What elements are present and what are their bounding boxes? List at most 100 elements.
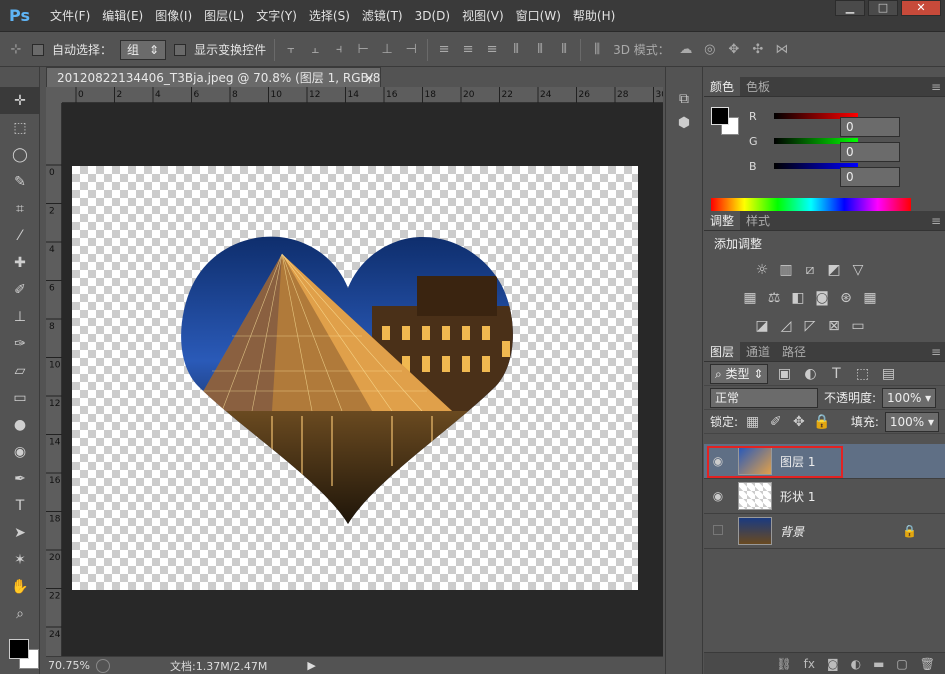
align-left-icon[interactable]: ⊢ xyxy=(355,42,371,58)
tab-channels[interactable]: 通道 xyxy=(740,342,776,361)
maximize-button[interactable]: □ xyxy=(868,0,898,16)
zoom-tool-icon[interactable]: ⌕ xyxy=(0,600,40,627)
auto-align-icon[interactable]: ⫼ xyxy=(589,42,605,58)
visibility-toggle-empty[interactable] xyxy=(704,524,732,538)
gradient-map-icon[interactable]: ▭ xyxy=(848,316,868,336)
photo-filter-icon[interactable]: ◙ xyxy=(812,288,832,308)
zoom-level[interactable]: 70.75% xyxy=(46,659,96,672)
clone-stamp-tool-icon[interactable]: ⊥ xyxy=(0,303,40,330)
red-slider[interactable]: R xyxy=(712,106,858,126)
history-brush-tool-icon[interactable]: ✑ xyxy=(0,330,40,357)
black-white-icon[interactable]: ◧ xyxy=(788,288,808,308)
properties-panel-icon[interactable]: ⬢ xyxy=(666,111,702,135)
visibility-eye-icon[interactable]: ◉ xyxy=(704,489,732,503)
blend-mode-dropdown[interactable]: 正常 xyxy=(710,387,818,408)
layer-style-icon[interactable]: fx xyxy=(804,657,815,671)
posterize-icon[interactable]: ◿ xyxy=(776,316,796,336)
tab-paths[interactable]: 路径 xyxy=(776,342,812,361)
new-group-icon[interactable]: ▬ xyxy=(873,657,884,671)
move-tool-preset-icon[interactable]: ⊹ xyxy=(8,42,24,58)
show-transform-checkbox[interactable] xyxy=(174,43,187,56)
new-layer-icon[interactable]: ▢ xyxy=(896,657,907,671)
menu-type[interactable]: 文字(Y) xyxy=(250,0,303,32)
status-menu-icon[interactable] xyxy=(96,658,110,673)
distribute-bottom-icon[interactable]: ≡ xyxy=(484,42,500,58)
layer-row[interactable]: 背景 🔒 xyxy=(704,514,945,549)
layer-row[interactable]: ◉ 图层 1 xyxy=(704,444,945,479)
image-canvas[interactable] xyxy=(72,166,638,590)
filter-pixel-icon[interactable]: ▣ xyxy=(774,364,794,384)
shape-tool-icon[interactable]: ✶ xyxy=(0,546,40,573)
lock-all-icon[interactable]: 🔒 xyxy=(813,412,830,432)
distribute-hcenter-icon[interactable]: ⦀ xyxy=(532,42,548,58)
3d-rotate-icon[interactable]: ☁ xyxy=(678,42,694,58)
channel-mixer-icon[interactable]: ⊛ xyxy=(836,288,856,308)
panel-menu-icon[interactable]: ≡ xyxy=(931,211,945,230)
pen-tool-icon[interactable]: ✒ xyxy=(0,465,40,492)
brightness-icon[interactable]: ☼ xyxy=(752,260,772,280)
menu-image[interactable]: 图像(I) xyxy=(149,0,198,32)
menu-window[interactable]: 窗口(W) xyxy=(510,0,567,32)
type-tool-icon[interactable]: T xyxy=(0,492,40,519)
3d-scale-icon[interactable]: ⋈ xyxy=(774,42,790,58)
3d-slide-icon[interactable]: ✣ xyxy=(750,42,766,58)
tab-color[interactable]: 颜色 xyxy=(704,77,741,96)
distribute-left-icon[interactable]: ⦀ xyxy=(508,42,524,58)
tab-styles[interactable]: 样式 xyxy=(740,211,776,230)
close-tab-icon[interactable]: × xyxy=(364,68,374,87)
hue-saturation-icon[interactable]: ▦ xyxy=(740,288,760,308)
green-slider[interactable]: G xyxy=(712,131,858,151)
lock-image-icon[interactable]: ✐ xyxy=(767,412,784,432)
selective-color-icon[interactable]: ⊠ xyxy=(824,316,844,336)
auto-select-checkbox[interactable] xyxy=(32,43,44,56)
close-button[interactable]: ✕ xyxy=(901,0,941,16)
panel-menu-icon[interactable]: ≡ xyxy=(931,342,945,361)
status-expand-icon[interactable]: ▶ xyxy=(307,659,315,672)
lock-position-icon[interactable]: ✥ xyxy=(790,412,807,432)
3d-roll-icon[interactable]: ◎ xyxy=(702,42,718,58)
tab-adjustments[interactable]: 调整 xyxy=(704,211,741,230)
menu-filter[interactable]: 滤镜(T) xyxy=(356,0,409,32)
blur-tool-icon[interactable]: ● xyxy=(0,411,40,438)
exposure-icon[interactable]: ◩ xyxy=(824,260,844,280)
minimize-button[interactable]: ▁ xyxy=(835,0,865,16)
eyedropper-tool-icon[interactable]: ⁄ xyxy=(0,222,40,249)
new-adjustment-icon[interactable]: ◐ xyxy=(851,657,861,671)
distribute-vcenter-icon[interactable]: ≡ xyxy=(460,42,476,58)
filter-smart-object-icon[interactable]: ▤ xyxy=(878,364,898,384)
panel-menu-icon[interactable]: ≡ xyxy=(931,77,945,96)
vertical-ruler[interactable]: 02468101214161820222426 xyxy=(46,103,62,674)
move-tool-icon[interactable]: ✛ xyxy=(0,87,40,114)
opacity-field[interactable]: 100% ▾ xyxy=(882,387,937,408)
menu-file[interactable]: 文件(F) xyxy=(44,0,96,32)
blue-value[interactable]: 0 xyxy=(840,167,900,187)
levels-icon[interactable]: ▥ xyxy=(776,260,796,280)
document-tab[interactable]: 20120822134406_T3Bja.jpeg @ 70.8% (图层 1,… xyxy=(46,67,381,87)
distribute-right-icon[interactable]: ⦀ xyxy=(556,42,572,58)
crop-tool-icon[interactable]: ⌗ xyxy=(0,195,40,222)
delete-layer-icon[interactable]: 🗑 xyxy=(920,657,935,671)
align-vcenter-icon[interactable]: ⫠ xyxy=(307,42,323,58)
menu-layer[interactable]: 图层(L) xyxy=(198,0,250,32)
layer-filter-dropdown[interactable]: ⌕ 类型 ⇕ xyxy=(710,363,769,384)
blue-slider[interactable]: B xyxy=(712,156,858,176)
filter-type-icon[interactable]: T xyxy=(826,364,846,384)
eraser-tool-icon[interactable]: ▱ xyxy=(0,357,40,384)
auto-select-dropdown[interactable]: 组 ⇕ xyxy=(120,39,167,60)
tab-swatches[interactable]: 色板 xyxy=(740,77,776,96)
lasso-tool-icon[interactable]: ◯ xyxy=(0,141,40,168)
distribute-top-icon[interactable]: ≡ xyxy=(436,42,452,58)
vibrance-icon[interactable]: ▽ xyxy=(848,260,868,280)
layer-name[interactable]: 形状 1 xyxy=(780,488,815,505)
menu-edit[interactable]: 编辑(E) xyxy=(96,0,149,32)
filter-adjustment-icon[interactable]: ◐ xyxy=(800,364,820,384)
color-balance-icon[interactable]: ⚖ xyxy=(764,288,784,308)
color-swatches[interactable] xyxy=(6,639,40,673)
link-layers-icon[interactable]: ⛓ xyxy=(776,657,791,671)
align-right-icon[interactable]: ⊣ xyxy=(403,42,419,58)
align-top-icon[interactable]: ⫟ xyxy=(283,42,299,58)
filter-shape-icon[interactable]: ⬚ xyxy=(852,364,872,384)
menu-select[interactable]: 选择(S) xyxy=(303,0,356,32)
gradient-tool-icon[interactable]: ▭ xyxy=(0,384,40,411)
foreground-color-swatch[interactable] xyxy=(9,639,29,659)
